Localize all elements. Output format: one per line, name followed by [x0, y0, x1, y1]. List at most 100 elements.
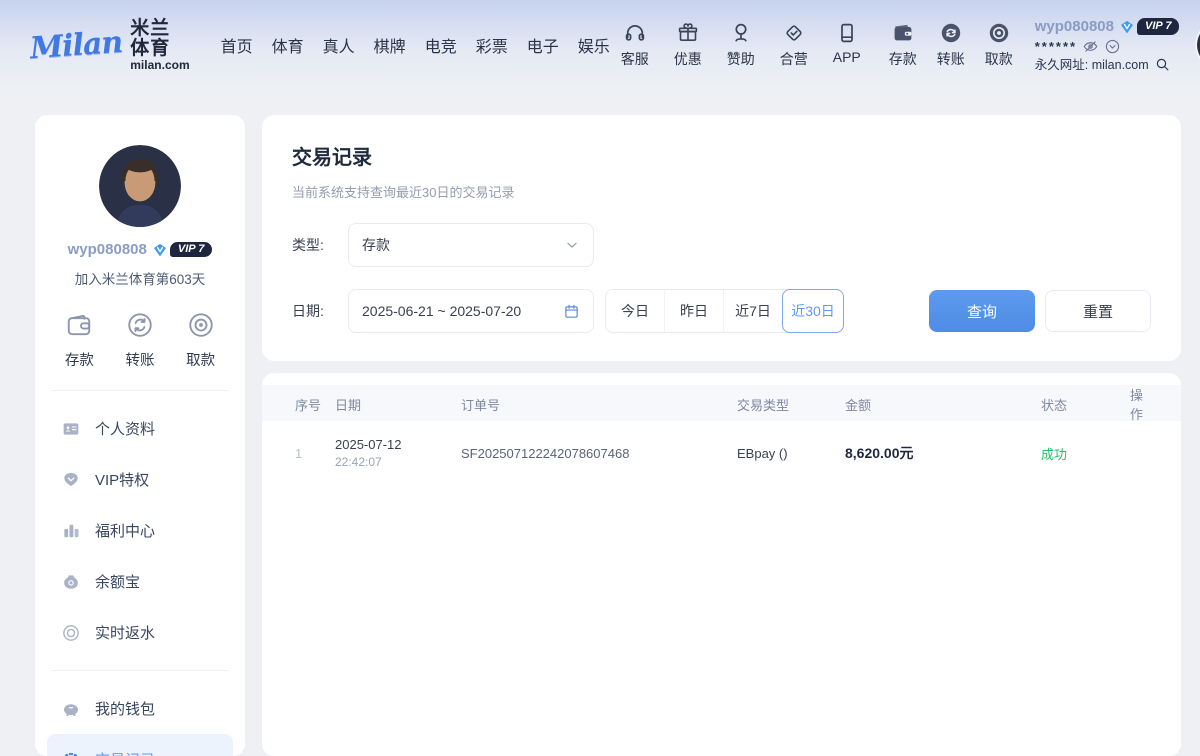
partner-link[interactable]: 合营 — [772, 20, 816, 69]
row-index: 1 — [295, 446, 335, 461]
profile-avatar[interactable] — [99, 145, 181, 227]
sidebar-menu-bottom: 我的钱包 交易记录 — [47, 671, 233, 756]
profile-username: wyp080808 — [68, 241, 147, 258]
range-7days-button[interactable]: 近7日 — [724, 290, 783, 332]
deposit-wallet-icon — [890, 20, 916, 46]
nav-item-esports[interactable]: 电竞 — [422, 27, 460, 63]
deposit-link[interactable]: 存款 — [881, 20, 925, 69]
vip-level-label: VIP 7 — [1137, 18, 1180, 35]
navbar-right: 客服 优惠 赞助 合营 — [613, 17, 1200, 73]
site-logo[interactable]: Milan 米兰体育 milan.com — [30, 19, 190, 71]
nav-item-lottery[interactable]: 彩票 — [473, 27, 511, 63]
table-header-row: 序号 日期 订单号 交易类型 金额 状态 操作 — [262, 385, 1181, 421]
sidebar-quick-actions: 存款 转账 取款 — [49, 310, 231, 390]
withdraw-icon — [986, 20, 1012, 46]
user-block: wyp080808 VIP 7 ****** 永久网址: milan. — [1035, 17, 1185, 73]
partner-label: 合营 — [780, 49, 808, 69]
page-title: 交易记录 — [292, 141, 1151, 170]
sponsor-label: 赞助 — [727, 49, 755, 69]
sponsor-link[interactable]: 赞助 — [719, 20, 763, 69]
withdraw-icon — [186, 310, 216, 340]
sidebar-item-vip-label: VIP特权 — [95, 469, 149, 490]
refresh-circle-icon[interactable] — [1104, 38, 1121, 55]
vip-v-icon — [152, 242, 168, 258]
app-link[interactable]: APP — [825, 20, 869, 69]
nav-item-home[interactable]: 首页 — [218, 27, 256, 63]
row-type: EBpay () — [737, 446, 845, 461]
nav-item-chess[interactable]: 棋牌 — [371, 27, 409, 63]
page-content: wyp080808 VIP 7 加入米兰体育第603天 存款 转账 — [0, 90, 1200, 756]
sidebar-item-records[interactable]: 交易记录 — [47, 734, 233, 756]
piggy-wallet-icon — [61, 699, 81, 719]
page-subtitle: 当前系统支持查询最近30日的交易记录 — [292, 182, 1151, 201]
row-status-badge: 成功 — [1041, 444, 1127, 463]
nav-item-entertainment[interactable]: 娱乐 — [575, 27, 613, 63]
col-type: 交易类型 — [737, 395, 845, 414]
chevron-down-icon — [564, 237, 580, 253]
type-select-value: 存款 — [362, 235, 390, 255]
range-today-button[interactable]: 今日 — [606, 290, 665, 332]
date-filter-row: 日期: 2025-06-21 ~ 2025-07-20 今日 昨日 近7日 近3… — [292, 289, 1151, 333]
withdraw-link[interactable]: 取款 — [977, 20, 1021, 69]
sidebar-item-welfare-label: 福利中心 — [95, 520, 155, 541]
headset-icon — [622, 20, 648, 46]
col-action: 操作 — [1127, 385, 1143, 423]
rebate-icon — [61, 623, 81, 643]
sidebar-transfer-action[interactable]: 转账 — [125, 310, 155, 370]
filter-card: 交易记录 当前系统支持查询最近30日的交易记录 类型: 存款 日期: 2025-… — [262, 115, 1181, 361]
sidebar-deposit-action[interactable]: 存款 — [64, 310, 94, 370]
sidebar-transfer-label: 转账 — [125, 349, 154, 370]
search-button[interactable]: 查询 — [929, 290, 1035, 332]
range-yesterday-button[interactable]: 昨日 — [665, 290, 724, 332]
transfer-label: 转账 — [937, 49, 965, 69]
records-table-card: 序号 日期 订单号 交易类型 金额 状态 操作 1 2025-07-12 22:… — [262, 373, 1181, 756]
eye-off-icon[interactable] — [1082, 38, 1099, 55]
row-time: 22:42:07 — [335, 455, 461, 469]
sidebar-item-wallet[interactable]: 我的钱包 — [47, 683, 233, 734]
sidebar-item-yuebao[interactable]: 余额宝 — [47, 556, 233, 607]
calendar-icon — [563, 303, 580, 320]
sidebar-item-vip[interactable]: VIP特权 — [47, 454, 233, 505]
row-date: 2025-07-12 — [335, 437, 461, 452]
row-datetime: 2025-07-12 22:42:07 — [335, 437, 461, 469]
vip-icon — [61, 470, 81, 490]
wallet-links: 存款 转账 取款 — [881, 20, 1021, 69]
reset-button[interactable]: 重置 — [1045, 290, 1151, 332]
username[interactable]: wyp080808 — [1035, 17, 1114, 37]
sidebar-withdraw-action[interactable]: 取款 — [186, 310, 216, 370]
permanent-url-label: 永久网址: milan.com — [1035, 57, 1149, 73]
range-30days-button[interactable]: 近30日 — [782, 289, 844, 333]
sidebar-item-rebate[interactable]: 实时返水 — [47, 607, 233, 658]
promo-link[interactable]: 优惠 — [666, 20, 710, 69]
type-select[interactable]: 存款 — [348, 223, 594, 267]
sidebar-withdraw-label: 取款 — [186, 349, 215, 370]
handshake-icon — [781, 20, 807, 46]
transfer-link[interactable]: 转账 — [929, 20, 973, 69]
sidebar-item-profile[interactable]: 个人资料 — [47, 403, 233, 454]
support-link[interactable]: 客服 — [613, 20, 657, 69]
profile-vip-label: VIP 7 — [170, 242, 213, 257]
type-label: 类型: — [292, 235, 334, 255]
promo-label: 优惠 — [674, 49, 702, 69]
col-index: 序号 — [295, 395, 335, 414]
welfare-icon — [61, 521, 81, 541]
sidebar-item-yuebao-label: 余额宝 — [95, 571, 140, 592]
quick-links: 客服 优惠 赞助 合营 — [613, 20, 869, 69]
main-panel: 交易记录 当前系统支持查询最近30日的交易记录 类型: 存款 日期: 2025-… — [262, 115, 1181, 756]
logo-script-text: Milan — [29, 24, 123, 65]
medal-icon — [728, 20, 754, 46]
sidebar-deposit-label: 存款 — [65, 349, 94, 370]
date-range-input[interactable]: 2025-06-21 ~ 2025-07-20 — [348, 289, 594, 333]
nav-item-live[interactable]: 真人 — [320, 27, 358, 63]
nav-item-slots[interactable]: 电子 — [524, 27, 562, 63]
magnifier-icon[interactable] — [1154, 56, 1171, 73]
withdraw-label: 取款 — [985, 49, 1013, 69]
sidebar-item-welfare[interactable]: 福利中心 — [47, 505, 233, 556]
profile-vip-badge: VIP 7 — [152, 242, 213, 258]
logo-domain-text: milan.com — [130, 59, 189, 72]
col-status: 状态 — [1041, 395, 1127, 414]
col-amount: 金额 — [845, 395, 1041, 414]
sidebar-item-rebate-label: 实时返水 — [95, 622, 155, 643]
row-amount: 8,620.00元 — [845, 443, 1041, 463]
nav-item-sports[interactable]: 体育 — [269, 27, 307, 63]
